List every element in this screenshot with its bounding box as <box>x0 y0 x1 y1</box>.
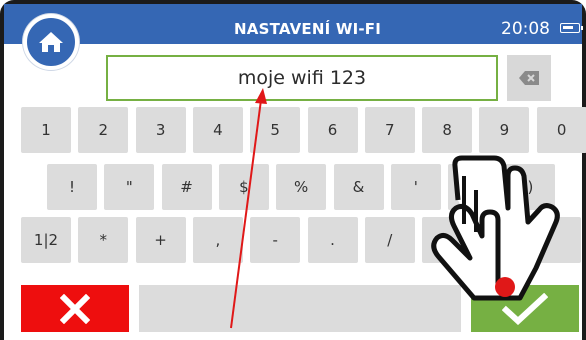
red-arrow <box>230 88 267 329</box>
pointing-hand-icon <box>431 155 560 301</box>
touch-point <box>495 277 515 297</box>
annotation-overlay <box>230 88 560 329</box>
